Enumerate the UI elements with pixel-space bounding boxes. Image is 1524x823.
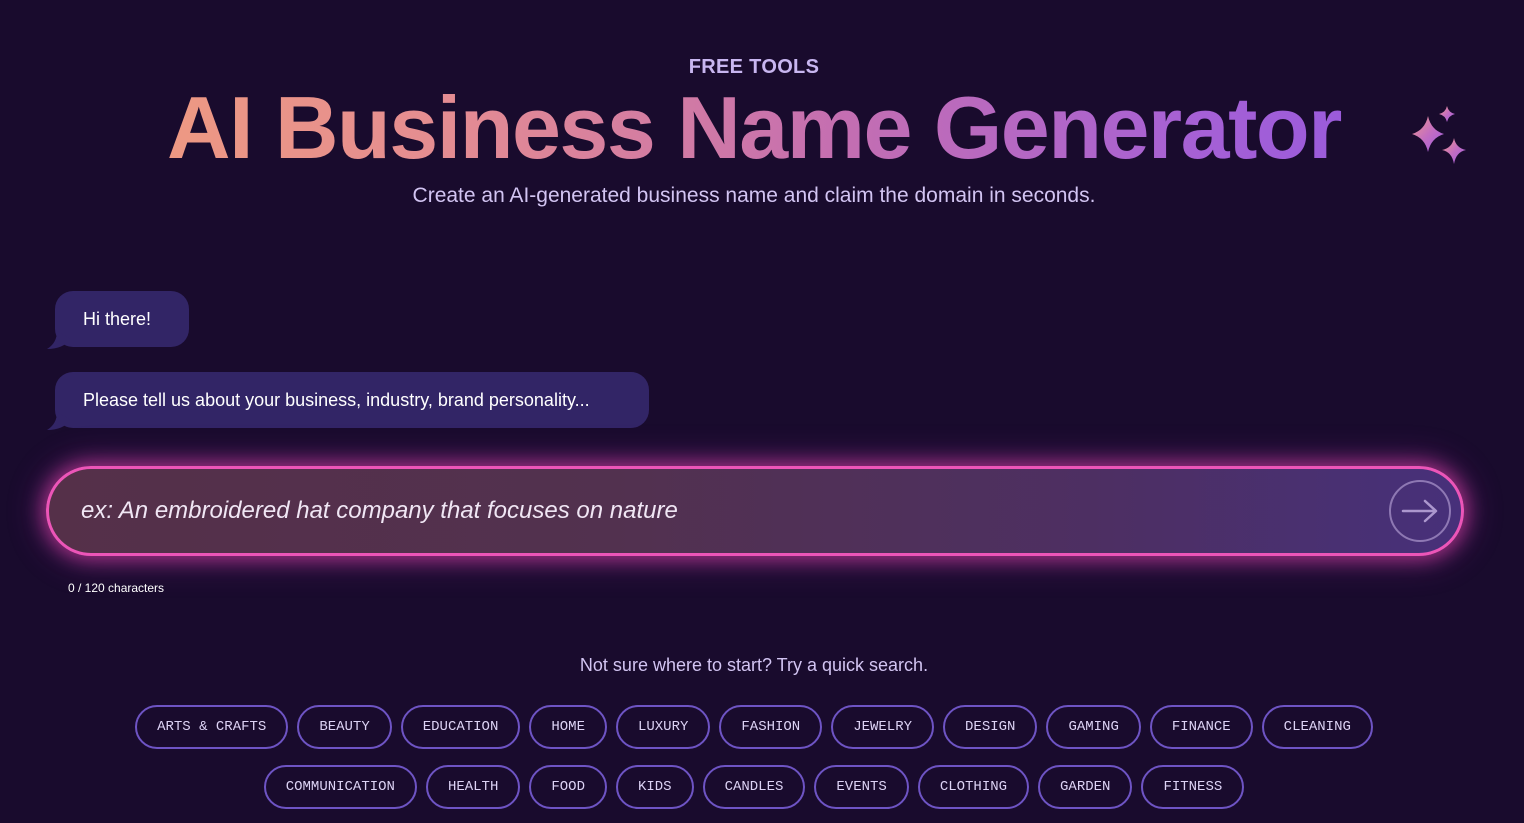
bubble-tail	[47, 412, 71, 430]
character-count: 0 / 120 characters	[68, 581, 165, 595]
chip-beauty[interactable]: BEAUTY	[297, 705, 392, 749]
chip-candles[interactable]: CANDLES	[702, 765, 806, 809]
business-description-input[interactable]	[81, 469, 1361, 553]
chip-communication[interactable]: COMMUNICATION	[263, 765, 417, 809]
chip-kids[interactable]: KIDS	[615, 765, 694, 809]
chip-food[interactable]: FOOD	[529, 765, 607, 809]
chip-home[interactable]: HOME	[529, 705, 607, 749]
arrow-right-icon	[1401, 499, 1438, 523]
chip-education[interactable]: EDUCATION	[400, 705, 521, 749]
chat-message-text: Hi there!	[83, 308, 152, 329]
chat-bubble-prompt: Please tell us about your business, indu…	[47, 372, 649, 430]
page-title: AI Business Name Generator	[0, 72, 1508, 184]
submit-button[interactable]	[1389, 480, 1451, 542]
chip-finance[interactable]: FINANCE	[1149, 705, 1253, 749]
bubble-tail	[47, 331, 71, 349]
chip-events[interactable]: EVENTS	[814, 765, 909, 809]
chat-bubble-greeting: Hi there!	[47, 291, 189, 349]
business-description-box	[46, 466, 1464, 556]
chip-arts-crafts[interactable]: ARTS & CRAFTS	[135, 705, 289, 749]
quick-search-row-2: COMMUNICATION HEALTH FOOD KIDS CANDLES E…	[0, 765, 1508, 809]
chip-fashion[interactable]: FASHION	[719, 705, 823, 749]
chip-garden[interactable]: GARDEN	[1038, 765, 1133, 809]
chip-design[interactable]: DESIGN	[943, 705, 1038, 749]
page-subtitle: Create an AI-generated business name and…	[412, 184, 1096, 207]
chat-message-text: Please tell us about your business, indu…	[83, 389, 590, 410]
page: FREE TOOLS AI Business Name Generator Cr…	[0, 0, 1524, 823]
chip-gaming[interactable]: GAMING	[1046, 705, 1141, 749]
chip-fitness[interactable]: FITNESS	[1141, 765, 1245, 809]
sparkles-icon	[1412, 106, 1466, 164]
chip-health[interactable]: HEALTH	[425, 765, 521, 809]
chip-luxury[interactable]: LUXURY	[615, 705, 711, 749]
chip-cleaning[interactable]: CLEANING	[1261, 705, 1373, 749]
chip-clothing[interactable]: CLOTHING	[917, 765, 1030, 809]
quick-search-prompt: Not sure where to start? Try a quick sea…	[579, 655, 929, 675]
quick-search-row-1: ARTS & CRAFTS BEAUTY EDUCATION HOME LUXU…	[0, 705, 1508, 749]
chip-jewelry[interactable]: JEWELRY	[831, 705, 935, 749]
